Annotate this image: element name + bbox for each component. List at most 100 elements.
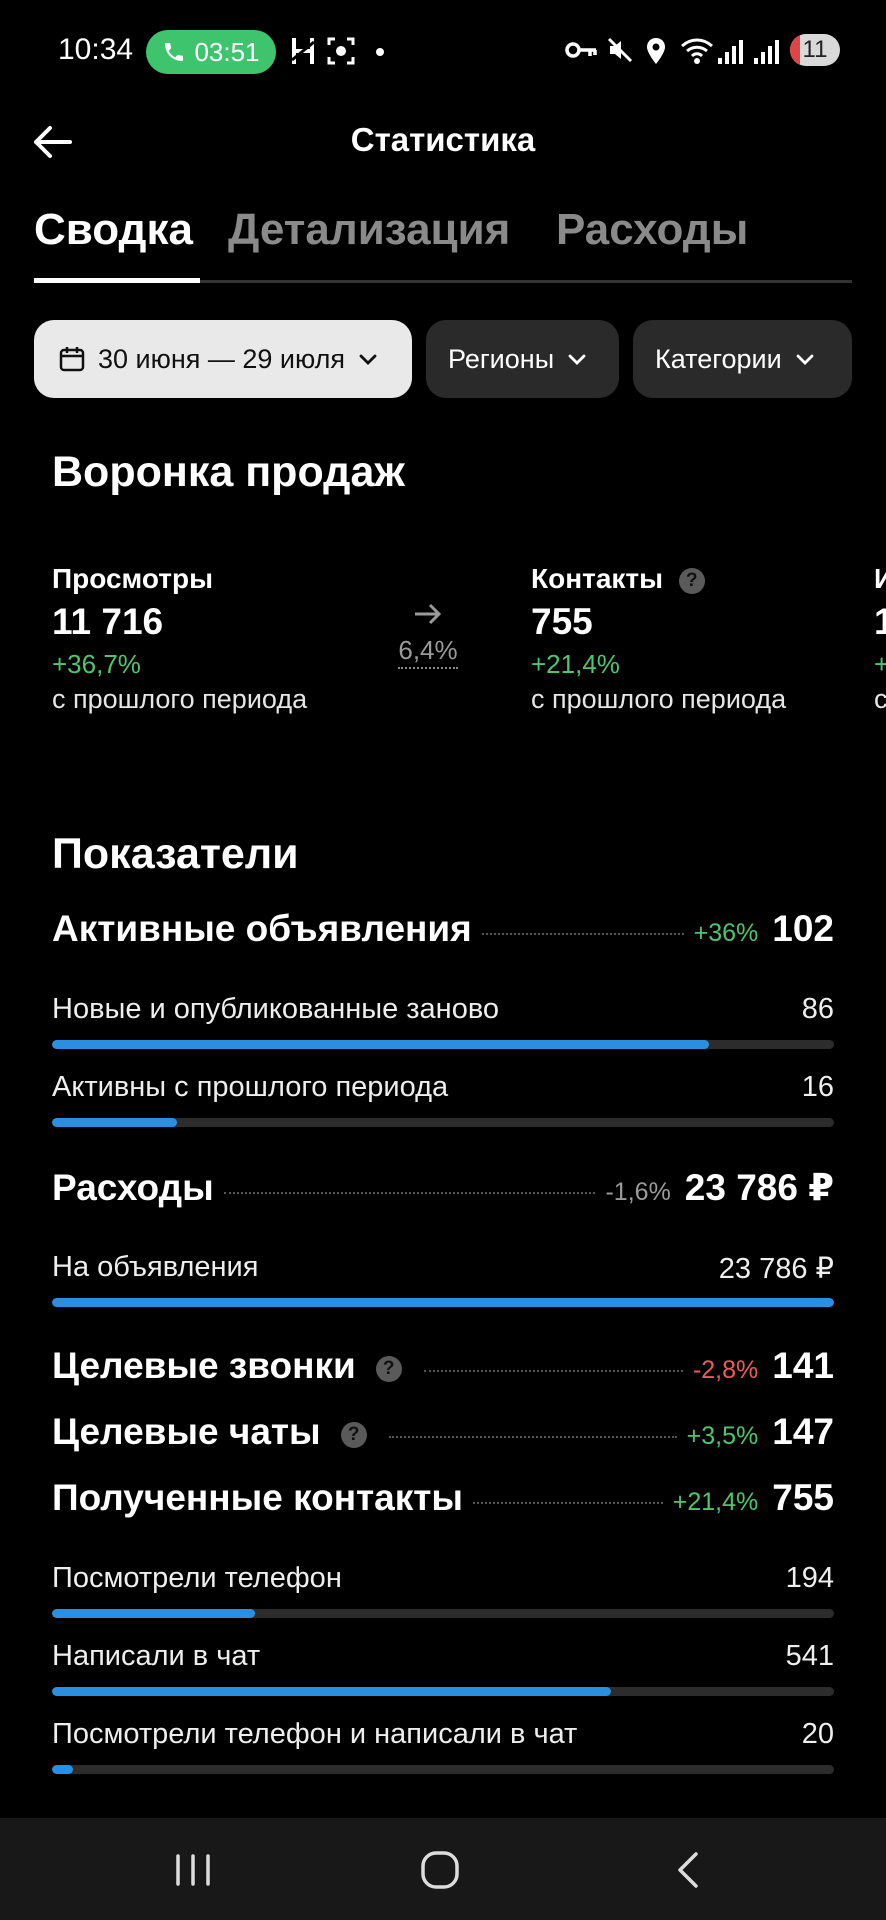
metrics-title: Показатели xyxy=(52,830,299,878)
metric-label: Активные объявления xyxy=(52,908,472,949)
metric-label: Полученные контакты xyxy=(52,1477,463,1518)
tab-expenses[interactable]: Расходы xyxy=(556,205,748,255)
signal-icon xyxy=(718,40,743,64)
tab-details[interactable]: Детализация xyxy=(228,205,510,255)
progress-fill xyxy=(52,1765,74,1774)
metric-value: 23 786 ₽ xyxy=(684,1167,834,1208)
metric-label: На объявления xyxy=(52,1251,259,1283)
metric-value: 755 xyxy=(772,1477,834,1518)
metric-expenses[interactable]: Расходы -1,6% 23 786 ₽ xyxy=(52,1166,834,1209)
signal-icon-2 xyxy=(754,40,779,64)
funnel-contacts[interactable]: Контакты ? 755 +21,4% с прошлого периода xyxy=(531,563,851,715)
nav-back-icon[interactable] xyxy=(664,1848,714,1892)
help-icon[interactable]: ? xyxy=(375,1356,402,1382)
categories-filter[interactable]: Категории xyxy=(633,320,852,398)
metric-label: Активны с прошлого периода xyxy=(52,1071,449,1103)
progress-fill xyxy=(52,1040,709,1049)
metric-label: Новые и опубликованные заново xyxy=(52,993,500,1025)
metric-value: 16 xyxy=(801,1071,834,1103)
funnel-next-item[interactable]: И 1 + с xyxy=(874,563,886,715)
funnel-label: Контакты xyxy=(531,563,664,594)
leader-dots xyxy=(473,1502,663,1504)
metric-label: Написали в чат xyxy=(52,1640,261,1672)
metric-value: 102 xyxy=(772,908,834,949)
metric-active-prev: Активны с прошлого периода 16 xyxy=(52,1071,834,1104)
regions-label: Регионы xyxy=(448,343,555,374)
metric-label: Расходы xyxy=(52,1167,214,1208)
funnel-note: с прошлого периода xyxy=(531,684,787,714)
metric-value: 20 xyxy=(801,1718,834,1750)
progress-bar xyxy=(52,1765,834,1774)
conversion-rate: 6,4% xyxy=(398,635,458,669)
home-icon[interactable] xyxy=(415,1848,465,1892)
mute-icon xyxy=(607,37,633,63)
metric-contacts[interactable]: Полученные контакты +21,4% 755 xyxy=(52,1477,834,1519)
funnel-delta: +36,7% xyxy=(52,649,141,679)
funnel-title: Воронка продаж xyxy=(52,448,405,496)
progress-bar xyxy=(52,1298,834,1307)
arrow-right-icon xyxy=(415,603,442,625)
funnel-note: с xyxy=(874,684,886,714)
progress-bar xyxy=(52,1118,834,1127)
funnel-delta: +21,4% xyxy=(531,649,620,679)
battery-indicator: 11 xyxy=(790,34,840,66)
help-icon[interactable]: ? xyxy=(678,568,705,594)
leader-dots xyxy=(423,1370,683,1372)
progress-fill xyxy=(52,1298,834,1307)
app-h-icon xyxy=(291,38,315,64)
funnel-label: И xyxy=(874,563,886,594)
metric-value: 541 xyxy=(785,1640,834,1672)
regions-filter[interactable]: Регионы xyxy=(426,320,619,398)
call-timer: 03:51 xyxy=(194,36,260,67)
leader-dots xyxy=(481,933,684,935)
tab-summary[interactable]: Сводка xyxy=(34,205,193,255)
metric-target-chats[interactable]: Целевые чаты ? +3,5% 147 xyxy=(52,1411,834,1453)
dot-indicator xyxy=(376,48,384,56)
status-time: 10:34 xyxy=(58,33,134,66)
categories-label: Категории xyxy=(655,343,782,374)
metric-value: 141 xyxy=(772,1345,834,1386)
wifi-icon xyxy=(681,38,713,64)
funnel-delta: + xyxy=(874,649,886,679)
date-range-filter[interactable]: 30 июня — 29 июля xyxy=(34,320,412,398)
page-title: Статистика xyxy=(350,121,536,158)
date-range-label: 30 июня — 29 июля xyxy=(98,343,346,374)
funnel-value: 11 716 xyxy=(52,601,164,642)
metric-delta: -1,6% xyxy=(605,1178,671,1206)
funnel-conversion: 6,4% xyxy=(396,600,460,669)
progress-bar xyxy=(52,1040,834,1049)
metric-wrote-chat: Написали в чат 541 xyxy=(52,1640,834,1673)
funnel-value: 1 xyxy=(874,601,886,642)
metric-label: Посмотрели телефон xyxy=(52,1562,342,1594)
metric-value: 23 786 ₽ xyxy=(718,1253,834,1285)
metric-delta: +21,4% xyxy=(672,1488,759,1516)
metric-value: 147 xyxy=(772,1411,834,1452)
active-tab-indicator xyxy=(34,278,200,283)
recent-apps-icon[interactable] xyxy=(168,1848,218,1892)
progress-bar xyxy=(52,1687,834,1696)
call-indicator[interactable]: 03:51 xyxy=(146,30,276,74)
metric-active-ads[interactable]: Активные объявления +36% 102 xyxy=(52,908,834,950)
chevron-down-icon xyxy=(359,354,377,365)
location-icon xyxy=(647,38,665,64)
chevron-down-icon xyxy=(796,354,814,365)
calendar-icon xyxy=(59,347,85,372)
metric-target-calls[interactable]: Целевые звонки ? -2,8% 141 xyxy=(52,1345,834,1387)
metric-delta: +36% xyxy=(693,919,759,947)
metric-both: Посмотрели телефон и написали в чат 20 xyxy=(52,1718,834,1751)
metric-viewed-phone: Посмотрели телефон 194 xyxy=(52,1562,834,1595)
help-icon[interactable]: ? xyxy=(340,1422,367,1448)
chevron-down-icon xyxy=(568,354,586,365)
progress-fill xyxy=(52,1118,178,1127)
funnel-value: 755 xyxy=(531,601,593,642)
leader-dots xyxy=(223,1192,596,1194)
key-icon xyxy=(565,42,597,58)
metric-delta: +3,5% xyxy=(686,1422,759,1450)
screen-record-icon xyxy=(327,37,355,65)
funnel-note: с прошлого периода xyxy=(52,684,308,714)
progress-bar xyxy=(52,1609,834,1618)
progress-fill xyxy=(52,1687,612,1696)
funnel-views[interactable]: Просмотры 11 716 +36,7% с прошлого перио… xyxy=(52,563,372,715)
progress-fill xyxy=(52,1609,256,1618)
metric-value: 86 xyxy=(801,993,834,1025)
